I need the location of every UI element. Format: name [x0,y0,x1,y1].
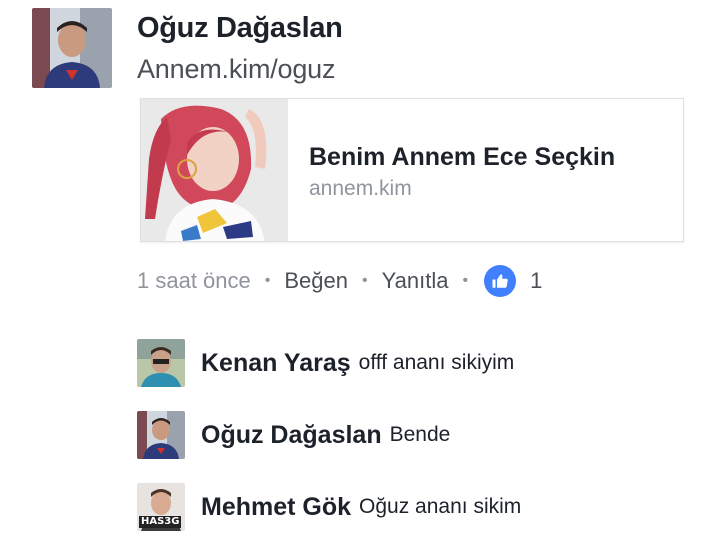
preview-title[interactable]: Benim Annem Ece Seçkin [309,143,615,172]
link-preview-card[interactable]: Benim Annem Ece Seçkin annem.kim [140,98,684,242]
separator-dot: • [361,272,368,289]
reply-avatar[interactable] [137,411,185,459]
reply-item: HAS3G Mehmet Gök Oğuz ananı sikim [137,483,521,531]
reply-author-name[interactable]: Mehmet Gök [201,493,351,522]
author-name[interactable]: Oğuz Dağaslan [137,12,343,45]
reply-button[interactable]: Yanıtla [382,268,449,294]
reply-author-name[interactable]: Oğuz Dağaslan [201,421,382,450]
comment-actions: 1 saat önce • Beğen • Yanıtla • 1 [137,265,542,297]
avatar-watermark: HAS3G [139,516,182,528]
like-button[interactable]: Beğen [284,268,348,294]
preview-domain: annem.kim [309,177,412,200]
reply-text: offf ananı sikiyim [358,351,515,374]
reply-item: Oğuz Dağaslan Bende [137,411,450,459]
comment-link-text[interactable]: Annem.kim/oguz [137,54,335,85]
reply-author-name[interactable]: Kenan Yaraş [201,349,351,378]
reply-item: Kenan Yaraş offf ananı sikiyim [137,339,514,387]
separator-dot: • [462,272,469,289]
reply-avatar[interactable]: HAS3G [137,483,185,531]
preview-image [141,99,288,241]
like-count[interactable]: 1 [530,268,542,294]
separator-dot: • [264,272,271,289]
reply-text: Oğuz ananı sikim [359,495,522,518]
author-avatar[interactable] [32,8,112,88]
reply-text: Bende [389,423,451,446]
comment-timestamp[interactable]: 1 saat önce [137,268,251,294]
reply-avatar[interactable] [137,339,185,387]
thumbs-up-icon[interactable] [484,265,517,297]
